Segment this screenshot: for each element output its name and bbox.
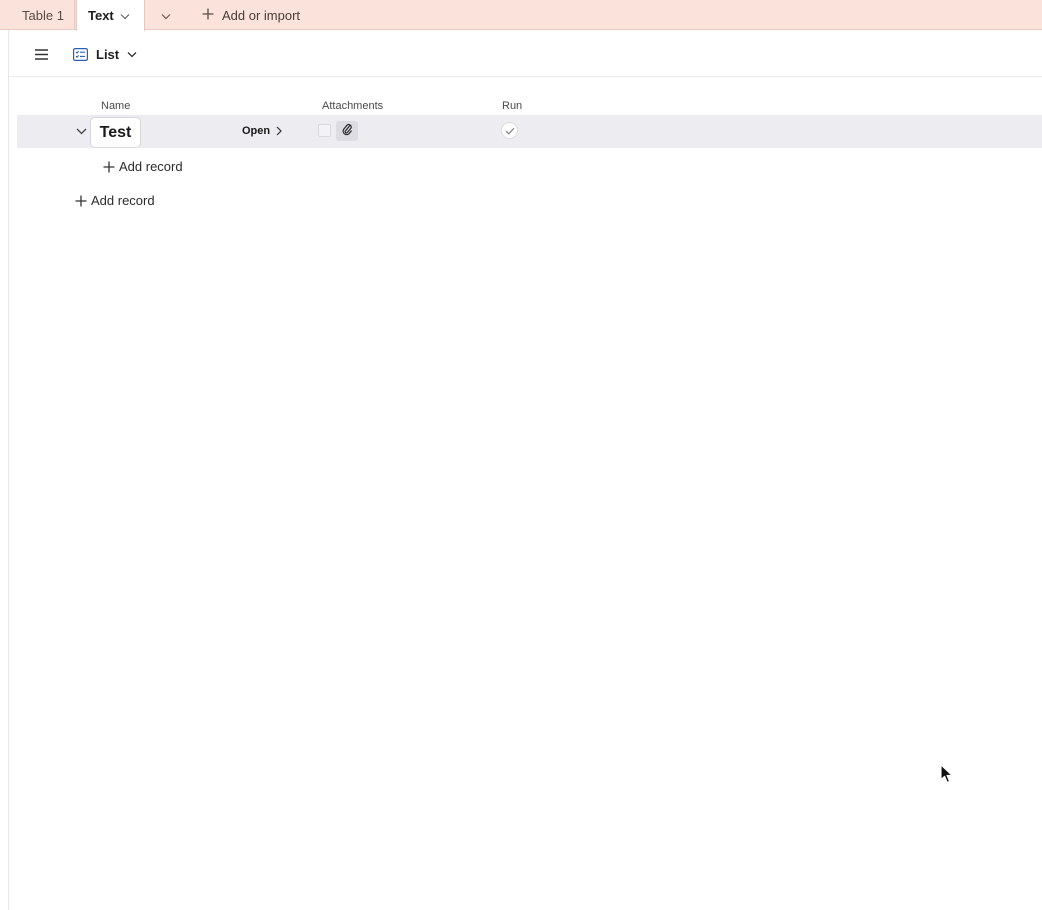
plus-icon xyxy=(103,161,115,173)
add-or-import-button[interactable]: Add or import xyxy=(198,0,304,30)
open-record-label: Open xyxy=(242,125,271,137)
mouse-pointer-icon xyxy=(940,764,954,784)
tab-text[interactable]: Text xyxy=(76,0,145,31)
add-nested-record-button[interactable]: Add record xyxy=(103,159,183,174)
list-view-icon xyxy=(73,47,88,61)
column-header-run[interactable]: Run xyxy=(502,100,522,112)
chevron-down-icon xyxy=(161,8,171,23)
tabs-overflow-button[interactable] xyxy=(156,0,176,30)
chevron-down-icon xyxy=(76,122,87,140)
plus-icon xyxy=(202,8,214,23)
record-name-cell[interactable]: Test xyxy=(90,117,141,148)
tab-table-1[interactable]: Table 1 xyxy=(12,0,75,30)
run-checkbox[interactable] xyxy=(501,122,518,139)
table-tab-bar: Table 1 Text Add or import xyxy=(0,0,1042,31)
tab-table-1-label: Table 1 xyxy=(22,7,64,23)
add-or-import-label: Add or import xyxy=(222,7,301,23)
view-switcher-button[interactable]: List xyxy=(73,43,137,65)
record-name-text: Test xyxy=(99,123,132,141)
plus-icon xyxy=(75,195,87,207)
table-row[interactable] xyxy=(17,115,1042,148)
add-record-label: Add record xyxy=(91,193,155,208)
add-nested-record-label: Add record xyxy=(119,159,183,174)
chevron-down-icon[interactable] xyxy=(120,8,130,23)
hamburger-menu-icon[interactable] xyxy=(33,46,49,62)
paperclip-icon xyxy=(342,122,352,141)
check-icon xyxy=(505,122,515,140)
left-edge-divider xyxy=(8,30,9,910)
column-header-attachments[interactable]: Attachments xyxy=(322,100,383,112)
view-toolbar: List xyxy=(9,31,1042,77)
column-header-name[interactable]: Name xyxy=(101,100,130,112)
expand-record-toggle[interactable] xyxy=(75,125,87,137)
add-attachment-button[interactable] xyxy=(336,121,358,141)
add-record-button[interactable]: Add record xyxy=(75,193,155,208)
chevron-down-icon xyxy=(127,51,137,58)
chevron-right-icon xyxy=(276,126,282,136)
attachment-thumbnail-placeholder[interactable] xyxy=(318,124,331,137)
view-name-label: List xyxy=(96,46,120,62)
tab-text-label: Text xyxy=(88,8,114,23)
app-window: Table 1 Text Add or import List Name Att… xyxy=(0,0,1042,910)
open-record-button[interactable]: Open xyxy=(242,125,282,137)
